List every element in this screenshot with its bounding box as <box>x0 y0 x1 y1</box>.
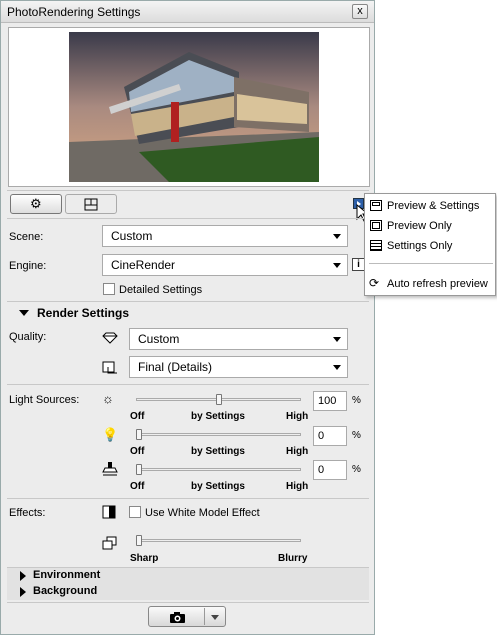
menu-item-preview-settings[interactable]: Preview & Settings <box>365 196 495 216</box>
divider <box>7 384 369 385</box>
quality-preset-dropdown[interactable]: Custom <box>129 328 348 350</box>
percent-unit: % <box>352 395 361 406</box>
divider <box>7 602 369 603</box>
preview-settings-icon <box>370 200 382 211</box>
light-sources-label: Light Sources: <box>9 394 80 406</box>
diamond-icon <box>102 332 118 344</box>
close-icon: x <box>357 5 363 17</box>
chevron-down-icon <box>333 337 341 342</box>
scene-label: Scene: <box>9 231 44 243</box>
engine-label: Engine: <box>9 260 47 272</box>
sun-light-value-field[interactable]: 100 <box>313 391 347 411</box>
menu-item-label: Preview Only <box>387 220 452 232</box>
camera-icon <box>170 612 185 623</box>
slider-max-label: High <box>286 411 309 422</box>
background-title: Background <box>33 585 98 597</box>
quality-mode-value: Final (Details) <box>138 360 213 374</box>
detailed-settings-label: Detailed Settings <box>119 284 203 296</box>
chevron-down-icon <box>333 234 341 239</box>
lamp-light-slider-track[interactable] <box>136 433 301 436</box>
lamp-light-slider-thumb[interactable] <box>136 429 142 440</box>
blur-icon <box>102 536 117 550</box>
refresh-icon: ⟳ <box>369 276 380 290</box>
percent-unit: % <box>352 464 361 475</box>
title-bar[interactable]: PhotoRendering Settings x <box>1 1 374 23</box>
lightbulb-icon: 💡 <box>102 427 119 442</box>
sun-icon: ☼ <box>102 391 114 406</box>
slider-mid-label: by Settings <box>191 446 245 457</box>
chevron-down-icon <box>333 263 341 268</box>
environment-title: Environment <box>33 569 101 581</box>
quality-mode-dropdown[interactable]: Final (Details) <box>129 356 348 378</box>
menu-item-settings-only[interactable]: Settings Only <box>365 236 495 256</box>
menu-item-label: Preview & Settings <box>387 200 480 212</box>
effects-label: Effects: <box>9 507 46 519</box>
photorendering-settings-window: PhotoRendering Settings x ⚙ Scene: Custo… <box>0 0 375 635</box>
divider <box>7 190 369 191</box>
menu-item-label: Auto refresh preview <box>387 278 488 290</box>
slider-mid-label: by Settings <box>191 411 245 422</box>
scene-value: Custom <box>111 229 153 243</box>
preview-image <box>69 32 319 182</box>
fixture-light-slider-track[interactable] <box>136 468 301 471</box>
white-model-checkbox[interactable] <box>129 506 141 518</box>
blur-slider-thumb[interactable] <box>136 535 142 546</box>
menu-item-preview-only[interactable]: Preview Only <box>365 216 495 236</box>
detailed-settings-checkbox[interactable] <box>103 283 115 295</box>
render-settings-title: Render Settings <box>37 306 130 320</box>
slider-max-label: High <box>286 446 309 457</box>
engine-value: CineRender <box>111 258 176 272</box>
sun-light-slider-thumb[interactable] <box>215 394 222 405</box>
divider <box>7 498 369 499</box>
white-model-label: Use White Model Effect <box>145 507 260 519</box>
slider-min-label: Off <box>130 411 145 422</box>
expand-icon <box>20 587 26 597</box>
environment-header[interactable]: Environment <box>7 568 369 584</box>
lamp-light-value-field[interactable]: 0 <box>313 426 347 446</box>
chevron-down-icon[interactable] <box>211 615 219 620</box>
settings-tab-button[interactable]: ⚙ <box>10 194 62 214</box>
window-title: PhotoRendering Settings <box>7 5 141 19</box>
menu-separator <box>369 263 493 264</box>
percent-unit: % <box>352 430 361 441</box>
blur-min-label: Sharp <box>130 553 159 564</box>
quality-label: Quality: <box>9 331 47 343</box>
divider <box>7 218 369 219</box>
render-button[interactable] <box>148 606 226 627</box>
settings-only-icon <box>370 240 382 251</box>
info-icon: i <box>357 259 360 270</box>
gear-icon: ⚙ <box>30 196 42 211</box>
menu-item-auto-refresh[interactable]: ⟳ Auto refresh preview <box>365 274 495 294</box>
preview-frame-icon <box>84 198 98 211</box>
render-mode-icon <box>102 361 117 374</box>
render-settings-header[interactable]: Render Settings <box>7 305 369 321</box>
white-model-icon <box>102 505 116 519</box>
close-button[interactable]: x <box>352 4 368 19</box>
expand-icon <box>20 571 26 581</box>
button-divider <box>204 608 205 625</box>
fixture-light-value-field[interactable]: 0 <box>313 460 347 480</box>
scene-dropdown[interactable]: Custom <box>102 225 348 247</box>
preview-mode-menu: Preview & Settings Preview Only Settings… <box>364 193 496 296</box>
preview-tab-button[interactable] <box>65 194 117 214</box>
background-header[interactable]: Background <box>7 584 369 600</box>
slider-max-label: High <box>286 481 309 492</box>
quality-preset-value: Custom <box>138 332 180 346</box>
fixture-light-slider-thumb[interactable] <box>136 464 142 475</box>
divider <box>7 301 369 302</box>
slider-min-label: Off <box>130 481 145 492</box>
chevron-down-icon <box>333 365 341 370</box>
menu-item-label: Settings Only <box>387 240 453 252</box>
slider-mid-label: by Settings <box>191 481 245 492</box>
blur-max-label: Blurry <box>278 553 308 564</box>
collapse-icon <box>19 310 29 316</box>
preview-only-icon <box>370 220 382 231</box>
preview-area <box>8 27 370 187</box>
light-fixture-icon <box>102 462 118 476</box>
engine-dropdown[interactable]: CineRender <box>102 254 348 276</box>
blur-slider-track[interactable] <box>136 539 301 542</box>
slider-min-label: Off <box>130 446 145 457</box>
